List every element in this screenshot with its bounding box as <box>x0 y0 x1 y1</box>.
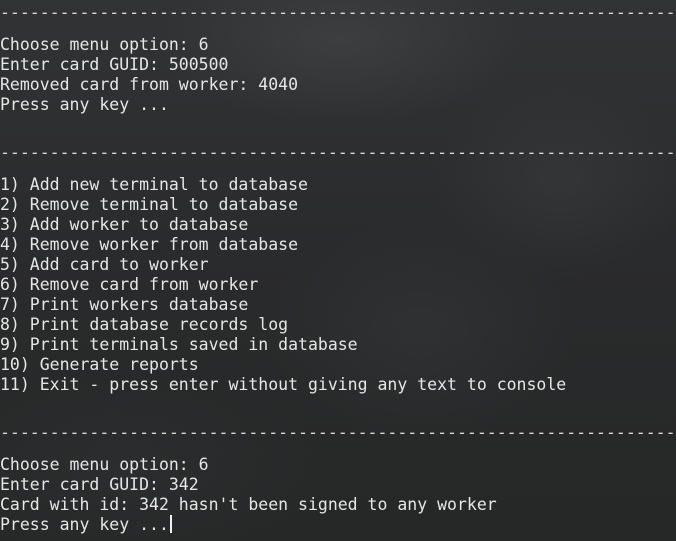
separator-line: ----------------------------------------… <box>0 423 676 442</box>
text-cursor <box>169 515 172 533</box>
menu-item-remove-card: 6) Remove card from worker <box>0 275 259 294</box>
menu-item-add-terminal: 1) Add new terminal to database <box>0 175 308 194</box>
separator-line: ----------------------------------------… <box>0 143 676 162</box>
menu-choice-prompt: Choose menu option: 6 <box>0 35 209 54</box>
card-guid-prompt: Enter card GUID: 500500 <box>0 55 229 74</box>
press-any-key-prompt: Press any key ... <box>0 95 169 114</box>
card-guid-prompt: Enter card GUID: 342 <box>0 475 199 494</box>
menu-item-add-card: 5) Add card to worker <box>0 255 209 274</box>
menu-item-print-workers: 7) Print workers database <box>0 295 249 314</box>
menu-item-print-records-log: 8) Print database records log <box>0 315 289 334</box>
press-any-key-prompt: Press any key ... <box>0 515 169 534</box>
menu-choice-prompt: Choose menu option: 6 <box>0 455 209 474</box>
menu-item-remove-worker: 4) Remove worker from database <box>0 235 299 254</box>
card-not-assigned-message: Card with id: 342 hasn't been signed to … <box>0 495 497 514</box>
menu-item-add-worker: 3) Add worker to database <box>0 215 249 234</box>
menu-item-exit: 11) Exit - press enter without giving an… <box>0 375 567 394</box>
terminal-window[interactable]: ----------------------------------------… <box>0 0 676 541</box>
removed-card-message: Removed card from worker: 4040 <box>0 75 299 94</box>
separator-line: ----------------------------------------… <box>0 3 676 22</box>
menu-item-remove-terminal: 2) Remove terminal to database <box>0 195 299 214</box>
input-line[interactable]: Press any key ... <box>0 515 172 535</box>
menu-item-generate-reports: 10) Generate reports <box>0 355 199 374</box>
menu-item-print-terminals: 9) Print terminals saved in database <box>0 335 358 354</box>
